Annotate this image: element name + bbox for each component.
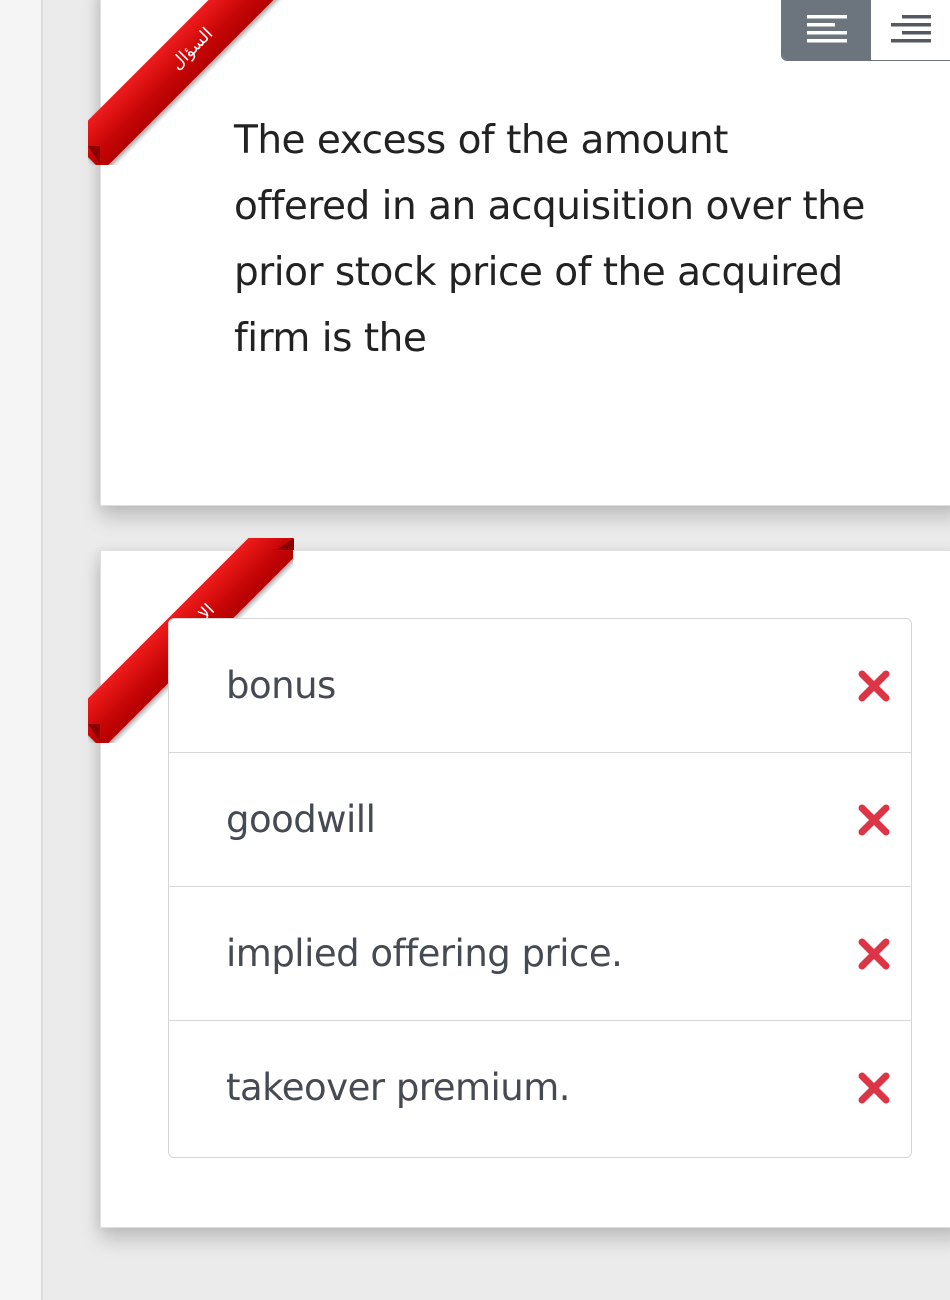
answer-option-label: implied offering price. — [226, 932, 623, 975]
answer-option-implied-offering-price[interactable]: implied offering price. — [169, 887, 911, 1021]
align-left-button[interactable] — [782, 0, 871, 60]
answer-list: bonus goodwill implied offering price. t… — [168, 618, 912, 1158]
answer-option-takeover-premium[interactable]: takeover premium. — [169, 1021, 911, 1157]
answers-ribbon-fold-top — [276, 538, 294, 550]
align-right-button[interactable] — [871, 0, 950, 60]
question-ribbon-fold — [88, 146, 100, 164]
wrong-x-icon — [858, 938, 890, 970]
answer-option-label: takeover premium. — [226, 1066, 571, 1109]
answer-option-label: goodwill — [226, 798, 376, 841]
question-text: The excess of the amount offered in an a… — [234, 118, 865, 361]
align-right-icon — [891, 15, 931, 43]
answers-ribbon-fold — [88, 724, 100, 742]
wrong-x-icon — [858, 1072, 890, 1104]
left-margin-strip — [0, 0, 43, 1300]
wrong-x-icon — [858, 804, 890, 836]
align-left-icon — [806, 15, 847, 43]
text-align-toolbar — [781, 0, 950, 61]
answer-option-goodwill[interactable]: goodwill — [169, 753, 911, 887]
answer-option-bonus[interactable]: bonus — [169, 619, 911, 753]
answer-option-label: bonus — [226, 664, 336, 707]
wrong-x-icon — [858, 670, 890, 702]
